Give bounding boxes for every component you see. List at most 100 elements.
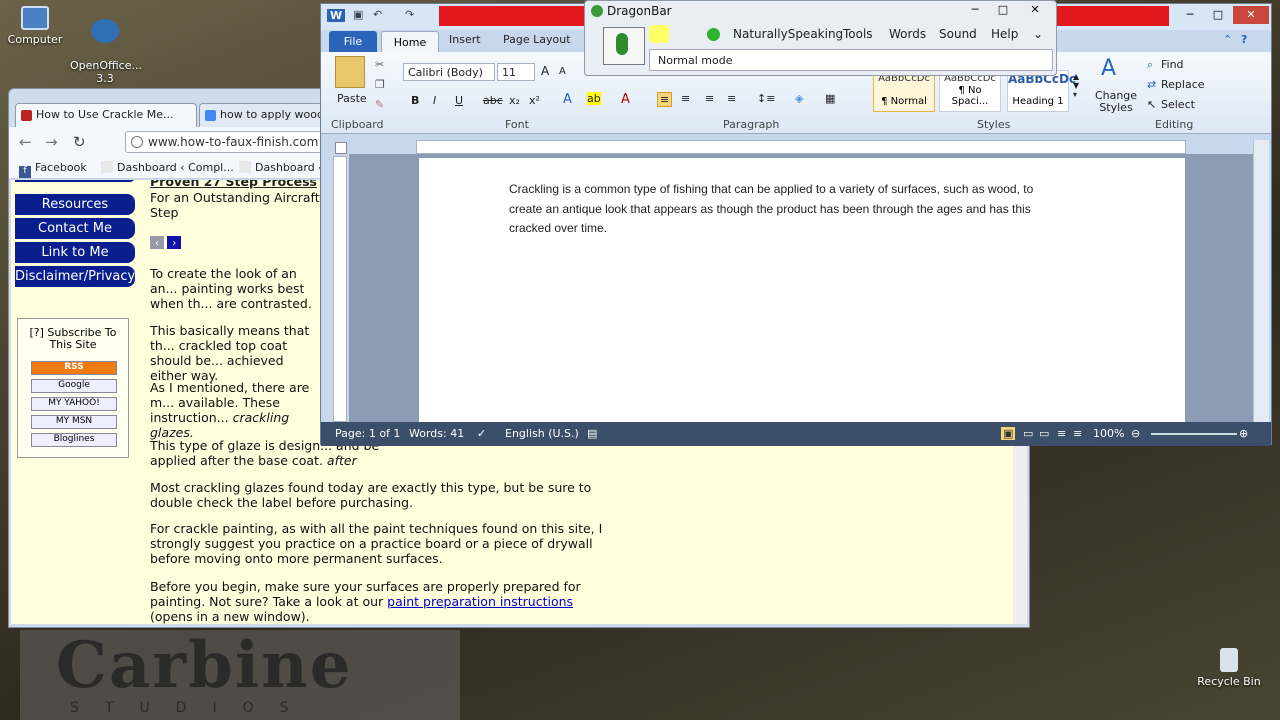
change-styles-icon[interactable]: A [1101, 56, 1116, 81]
line-spacing-icon[interactable]: ↕≡ [757, 92, 775, 105]
text-effects-icon[interactable]: A [563, 92, 572, 107]
next-page-icon[interactable]: › [167, 236, 182, 249]
bloglines-feed-button[interactable]: Bloglines [31, 433, 117, 447]
dragon-menu-sound[interactable]: Sound [939, 27, 977, 41]
prev-page-icon[interactable]: ‹ [150, 236, 164, 249]
browser-tab-crackle[interactable]: How to Use Crackle Me... [15, 103, 197, 127]
yahoo-feed-button[interactable]: MY YAHOO! [31, 397, 117, 411]
select-button[interactable]: Select [1161, 98, 1195, 111]
rss-button[interactable]: RSS [31, 361, 117, 375]
ribbon-minimize-icon[interactable]: ⌃ [1223, 33, 1232, 46]
reload-icon[interactable]: ↻ [73, 133, 86, 151]
zoom-in-icon[interactable]: ⊕ [1239, 427, 1248, 440]
sidebar-link-contact[interactable]: Contact Me [15, 218, 135, 239]
bookmark-facebook[interactable]: f Facebook [19, 161, 87, 178]
sidebar-link-partial[interactable] [15, 180, 135, 182]
dragon-expand-icon[interactable]: ⌄ [1033, 27, 1043, 41]
desktop-icon-computer[interactable]: Computer [0, 6, 70, 46]
zoom-slider[interactable] [1151, 433, 1237, 435]
tab-insert[interactable]: Insert [449, 33, 481, 46]
underline-button[interactable]: U [455, 94, 463, 107]
bold-button[interactable]: B [411, 94, 419, 107]
paste-button[interactable]: Paste [337, 92, 367, 105]
highlight-icon[interactable]: ab [587, 92, 601, 105]
help-icon[interactable]: ? [1241, 33, 1247, 46]
subscribe-help-link[interactable]: [?] [29, 326, 43, 339]
find-button[interactable]: Find [1161, 58, 1184, 71]
superscript-button[interactable]: x² [529, 94, 540, 107]
grow-font-icon[interactable]: A [541, 64, 549, 78]
strikethrough-button[interactable]: abc [483, 94, 503, 107]
font-size-select[interactable]: 11 [497, 63, 535, 81]
shading-icon[interactable]: ◈ [795, 92, 803, 105]
bookmark-dashboard-1[interactable]: Dashboard ‹ Compl... [101, 161, 234, 174]
browser-tab-wood[interactable]: how to apply wood [199, 103, 323, 127]
undo-icon[interactable]: ↶ [373, 8, 382, 21]
zoom-out-icon[interactable]: ⊖ [1131, 427, 1140, 440]
url-input[interactable]: www.how-to-faux-finish.com [125, 131, 325, 153]
dragon-maximize-button[interactable]: □ [989, 1, 1017, 19]
align-left-icon[interactable]: ≡ [657, 92, 673, 107]
sidebar-link-link-to-me[interactable]: Link to Me [15, 242, 135, 263]
copy-icon[interactable]: ❐ [375, 78, 385, 91]
align-center-icon[interactable]: ≡ [681, 92, 690, 105]
document-scrollbar[interactable] [1253, 140, 1269, 422]
change-styles-button[interactable]: Change Styles [1091, 90, 1141, 114]
paint-prep-link[interactable]: paint preparation instructions [387, 594, 573, 609]
tab-file[interactable]: File [329, 31, 377, 52]
dragon-menu-words[interactable]: Words [889, 27, 926, 41]
save-icon[interactable]: ▣ [353, 8, 363, 21]
language-indicator[interactable]: English (U.S.) [505, 427, 579, 440]
italic-button[interactable]: I [433, 94, 436, 107]
subscript-button[interactable]: x₂ [509, 94, 520, 107]
redo-icon[interactable]: ↷ [405, 8, 414, 21]
google-feed-button[interactable]: Google [31, 379, 117, 393]
borders-icon[interactable]: ▦ [825, 92, 835, 105]
select-icon[interactable]: ↖ [1147, 98, 1156, 111]
sidebar-link-disclaimer[interactable]: Disclaimer/Privacy [15, 266, 135, 287]
dragon-minimize-button[interactable]: ─ [961, 1, 989, 19]
forward-arrow-icon[interactable]: → [45, 133, 58, 151]
font-color-icon[interactable]: A [621, 92, 630, 107]
maximize-button[interactable]: □ [1205, 6, 1231, 24]
justify-icon[interactable]: ≡ [727, 92, 736, 105]
draft-view-icon[interactable]: ≡ [1073, 427, 1082, 440]
vertical-ruler[interactable] [333, 156, 347, 422]
replace-icon[interactable]: ⇄ [1147, 78, 1156, 91]
desktop-icon-openoffice[interactable]: OpenOffice... 3.3 [70, 6, 142, 85]
find-icon[interactable]: ⌕ [1147, 58, 1153, 72]
web-layout-view-icon[interactable]: ▭ [1039, 427, 1049, 440]
tab-selector-icon[interactable] [335, 142, 347, 154]
cut-icon[interactable]: ✂ [375, 58, 384, 71]
shrink-font-icon[interactable]: A [559, 66, 566, 77]
msn-feed-button[interactable]: MY MSN [31, 415, 117, 429]
dragon-menu-help[interactable]: Help [991, 27, 1018, 41]
outline-view-icon[interactable]: ≡ [1057, 427, 1066, 440]
font-name-select[interactable]: Calibri (Body) [403, 63, 495, 81]
tab-home[interactable]: Home [381, 31, 439, 52]
dragon-menu-tools[interactable]: Tools [843, 27, 873, 41]
replace-button[interactable]: Replace [1161, 78, 1205, 91]
horizontal-ruler[interactable] [416, 140, 1186, 154]
dragon-close-button[interactable]: ✕ [1017, 1, 1053, 19]
page-count[interactable]: Page: 1 of 1 [335, 427, 400, 440]
tab-page-layout[interactable]: Page Layout [503, 33, 571, 46]
document-text[interactable]: Crackling is a common type of fishing th… [509, 180, 1069, 239]
bookmark-dashboard-2[interactable]: Dashboard ‹ [239, 161, 323, 174]
paste-icon[interactable] [335, 56, 365, 88]
align-right-icon[interactable]: ≡ [705, 92, 714, 105]
back-arrow-icon[interactable]: ← [19, 133, 32, 151]
minimize-button[interactable]: ─ [1177, 6, 1203, 24]
full-screen-view-icon[interactable]: ▭ [1023, 427, 1033, 440]
word-app-icon[interactable]: W [327, 9, 346, 22]
word-count[interactable]: Words: 41 [409, 427, 464, 440]
desktop-icon-recycle-bin[interactable]: Recycle Bin [1194, 648, 1264, 688]
document-page[interactable]: Crackling is a common type of fishing th… [419, 158, 1185, 422]
style-heading-1[interactable]: AaBbCcDc Heading 1 [1007, 70, 1076, 112]
proofing-icon[interactable]: ✓ [477, 427, 486, 440]
print-layout-view-icon[interactable]: ▣ [1001, 427, 1016, 440]
sidebar-link-resources[interactable]: Resources [15, 194, 135, 215]
styles-scroll-icon[interactable]: ▲ ▼ ▾ [1073, 72, 1079, 99]
zoom-level[interactable]: 100% [1093, 427, 1124, 440]
format-painter-icon[interactable]: ✎ [375, 98, 384, 111]
